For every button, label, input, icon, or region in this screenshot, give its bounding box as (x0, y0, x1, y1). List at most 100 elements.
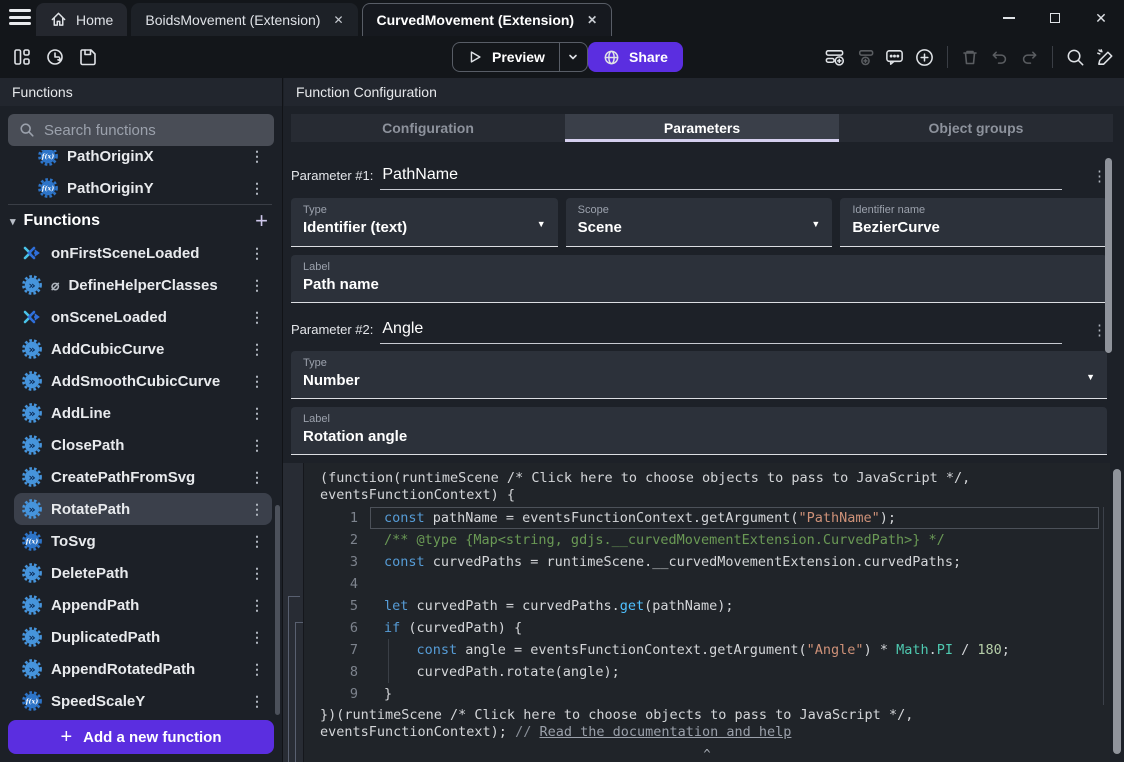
sidebar-item-addcubiccurve[interactable]: »AddCubicCurve⋮ (14, 333, 272, 365)
code-token: 180 (977, 642, 1001, 658)
item-menu-icon[interactable]: ⋮ (246, 597, 268, 614)
sidebar-scrollbar[interactable] (275, 505, 280, 715)
item-menu-icon[interactable]: ⋮ (246, 629, 268, 646)
add-circle-icon[interactable] (914, 47, 935, 68)
trash-icon[interactable] (960, 47, 980, 67)
preview-button[interactable]: Preview (452, 42, 588, 72)
sidebar-item-appendrotatedpath[interactable]: »AppendRotatedPath⋮ (14, 653, 272, 685)
parameter-name-input[interactable]: PathName (380, 166, 1062, 190)
sidebar-item-createpathfromsvg[interactable]: »CreatePathFromSvg⋮ (14, 461, 272, 493)
sidebar-item-pathoriginy[interactable]: f(x)PathOriginY⋮ (14, 172, 272, 204)
tab-home[interactable]: Home (36, 3, 127, 36)
sidebar-item-onfirstsceneloaded[interactable]: onFirstSceneLoaded⋮ (14, 237, 272, 269)
item-menu-icon[interactable]: ⋮ (246, 533, 268, 550)
sidebar-item-rotatepath[interactable]: »RotatePath⋮ (14, 493, 272, 525)
undo-icon[interactable] (989, 47, 1010, 68)
close-window-button[interactable]: ✕ (1078, 0, 1124, 36)
item-menu-icon[interactable]: ⋮ (246, 565, 268, 582)
scope-select[interactable]: Scope Scene ▼ (566, 198, 833, 247)
code-line-7[interactable]: 7 const angle = eventsFunctionContext.ge… (304, 639, 1103, 661)
sidebar-item-onsceneloaded[interactable]: onSceneLoaded⋮ (14, 301, 272, 333)
minimize-button[interactable] (986, 0, 1032, 36)
type-select[interactable]: Type Number ▼ (291, 351, 1107, 399)
tab-curvedmovement[interactable]: CurvedMovement (Extension) ✕ (362, 3, 613, 36)
comment-icon[interactable] (884, 47, 905, 68)
line-number: 4 (304, 576, 358, 592)
close-icon[interactable]: ✕ (333, 13, 343, 27)
expression-function-icon: f(x) (38, 178, 58, 198)
share-button[interactable]: Share (588, 42, 683, 72)
maximize-button[interactable] (1032, 0, 1078, 36)
sidebar-item-appendpath[interactable]: »AppendPath⋮ (14, 589, 272, 621)
action-function-icon: » (22, 595, 42, 615)
item-menu-icon[interactable]: ⋮ (246, 405, 268, 422)
preview-dropdown-button[interactable] (559, 43, 587, 71)
type-select[interactable]: Type Identifier (text) ▼ (291, 198, 558, 247)
save-icon[interactable] (78, 47, 98, 67)
code-line-8[interactable]: 8 curvedPath.rotate(angle); (304, 661, 1103, 683)
code-line-3[interactable]: 3const curvedPaths = runtimeScene.__curv… (304, 551, 1103, 573)
item-menu-icon[interactable]: ⋮ (246, 469, 268, 486)
item-menu-icon[interactable]: ⋮ (246, 150, 268, 165)
editor-scrollbar[interactable] (1113, 469, 1121, 754)
magic-pen-icon[interactable] (1095, 47, 1116, 68)
hamburger-menu-icon[interactable] (9, 9, 31, 27)
code-line-4[interactable]: 4 (304, 573, 1103, 595)
tab-parameters[interactable]: Parameters (565, 114, 839, 142)
panels-icon[interactable] (12, 47, 32, 67)
sidebar-item-addline[interactable]: »AddLine⋮ (14, 397, 272, 429)
sidebar-item-speedscaley[interactable]: f(x)SpeedScaleY⋮ (14, 685, 272, 716)
sidebar-item-deletepath[interactable]: »DeletePath⋮ (14, 557, 272, 589)
parameter-name-input[interactable]: Angle (380, 320, 1062, 344)
add-function-plus-icon[interactable]: + (255, 210, 268, 232)
code-token: // (515, 724, 539, 740)
item-menu-icon[interactable]: ⋮ (246, 277, 268, 294)
add-new-function-button[interactable]: + Add a new function (8, 720, 274, 754)
identifier-name-field[interactable]: Identifier name BezierCurve (840, 198, 1107, 247)
tab-object-groups[interactable]: Object groups (839, 114, 1113, 142)
function-name: PathOriginX (67, 150, 154, 165)
add-subevent-icon[interactable] (854, 47, 875, 68)
code-lines[interactable]: 1const pathName = eventsFunctionContext.… (304, 507, 1104, 705)
item-menu-icon[interactable]: ⋮ (246, 693, 268, 710)
code-line-6[interactable]: 6if (curvedPath) { (304, 617, 1103, 639)
svg-text:»: » (28, 567, 35, 580)
sidebar-item-addsmoothcubiccurve[interactable]: »AddSmoothCubicCurve⋮ (14, 365, 272, 397)
code-line-1[interactable]: 1const pathName = eventsFunctionContext.… (304, 507, 1103, 529)
item-menu-icon[interactable]: ⋮ (246, 245, 268, 262)
close-icon[interactable]: ✕ (587, 13, 597, 27)
code-line-9[interactable]: 9} (304, 683, 1103, 705)
action-function-icon: » (22, 499, 42, 519)
code-line-2[interactable]: 2/** @type {Map<string, gdjs.__curvedMov… (304, 529, 1103, 551)
documentation-link[interactable]: Read the documentation and help (539, 724, 791, 740)
code-line-5[interactable]: 5let curvedPath = curvedPaths.get(pathNa… (304, 595, 1103, 617)
item-menu-icon[interactable]: ⋮ (246, 180, 268, 197)
search-functions-box[interactable] (8, 114, 274, 146)
history-icon[interactable] (45, 47, 65, 67)
line-content: const angle = eventsFunctionContext.getA… (384, 642, 1010, 658)
item-menu-icon[interactable]: ⋮ (246, 437, 268, 454)
sidebar-item-closepath[interactable]: »ClosePath⋮ (14, 429, 272, 461)
search-icon[interactable] (1065, 47, 1086, 68)
sidebar-item-definehelperclasses[interactable]: »⌀DefineHelperClasses⋮ (14, 269, 272, 301)
javascript-code-editor[interactable]: (function(runtimeScene /* Click here to … (303, 463, 1110, 762)
collapse-caret-icon[interactable]: ▾ (10, 215, 16, 228)
tab-configuration[interactable]: Configuration (291, 114, 565, 142)
label-field[interactable]: Label Path name (291, 255, 1107, 303)
item-menu-icon[interactable]: ⋮ (246, 661, 268, 678)
sidebar-item-pathoriginx[interactable]: f(x)PathOriginX⋮ (14, 150, 272, 172)
configuration-scrollbar[interactable] (1105, 158, 1112, 353)
sidebar-item-tosvg[interactable]: f(x)ToSvg⋮ (14, 525, 272, 557)
search-functions-input[interactable] (44, 122, 263, 139)
redo-icon[interactable] (1019, 47, 1040, 68)
item-menu-icon[interactable]: ⋮ (246, 341, 268, 358)
item-menu-icon[interactable]: ⋮ (246, 501, 268, 518)
add-event-icon[interactable] (824, 47, 845, 68)
tab-boidsmovement[interactable]: BoidsMovement (Extension) ✕ (131, 3, 357, 36)
functions-section-header[interactable]: ▾Functions+ (0, 205, 282, 237)
label-field[interactable]: Label Rotation angle (291, 407, 1107, 455)
item-menu-icon[interactable]: ⋮ (246, 309, 268, 326)
item-menu-icon[interactable]: ⋮ (246, 373, 268, 390)
code-token: PI (937, 642, 953, 658)
sidebar-item-duplicatedpath[interactable]: »DuplicatedPath⋮ (14, 621, 272, 653)
